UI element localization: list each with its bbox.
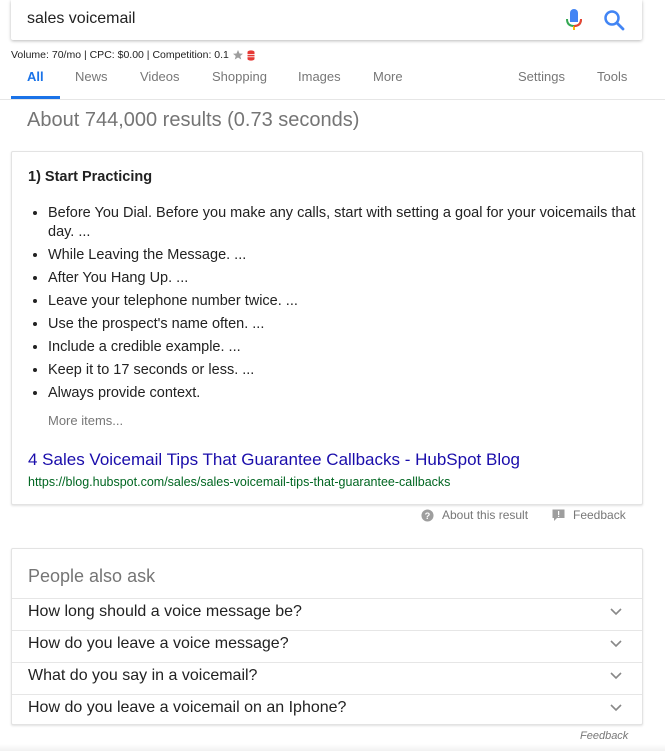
question-text: How do you leave a voicemail on an Iphon…: [28, 699, 347, 716]
paa-feedback-link[interactable]: Feedback: [580, 730, 628, 742]
microphone-icon[interactable]: [564, 8, 584, 32]
tab-news[interactable]: News: [75, 69, 108, 84]
list-item: Leave your telephone number twice. ...: [48, 292, 638, 311]
list-item: Keep it to 17 seconds or less. ...: [48, 361, 638, 380]
tab-tools[interactable]: Tools: [597, 69, 627, 84]
active-tab-indicator: [11, 96, 60, 99]
list-item: Before You Dial. Before you make any cal…: [48, 204, 638, 242]
result-link[interactable]: 4 Sales Voicemail Tips That Guarantee Ca…: [28, 450, 520, 470]
search-tabs: All News Videos Shopping Images More Set…: [0, 66, 665, 100]
list-item: After You Hang Up. ...: [48, 269, 638, 288]
chevron-down-icon: [610, 704, 622, 712]
search-box[interactable]: sales voicemail: [11, 0, 642, 40]
tab-more[interactable]: More: [373, 69, 403, 84]
tab-all[interactable]: All: [27, 69, 44, 84]
snippet-list: Before You Dial. Before you make any cal…: [28, 204, 638, 407]
tab-videos[interactable]: Videos: [140, 69, 180, 84]
question-text: What do you say in a voicemail?: [28, 667, 258, 684]
about-this-result-label: About this result: [442, 508, 529, 522]
question-text: How long should a voice message be?: [28, 603, 302, 620]
feedback-button[interactable]: Feedback: [552, 508, 626, 522]
about-this-result[interactable]: ? About this result: [421, 508, 528, 522]
keyword-stats-text: Volume: 70/mo | CPC: $0.00 | Competition…: [11, 49, 229, 61]
list-item: Use the prospect's name often. ...: [48, 315, 638, 334]
question-text: How do you leave a voice message?: [28, 635, 289, 652]
chevron-down-icon: [610, 672, 622, 680]
feedback-label: Feedback: [573, 508, 626, 522]
star-icon[interactable]: [232, 49, 244, 61]
feedback-icon: [552, 509, 565, 521]
keyword-stats: Volume: 70/mo | CPC: $0.00 | Competition…: [11, 49, 255, 61]
list-item: Always provide context.: [48, 384, 638, 403]
people-also-ask: People also ask How long should a voice …: [11, 548, 643, 725]
tab-shopping[interactable]: Shopping: [212, 69, 267, 84]
result-stats: About 744,000 results (0.73 seconds): [27, 109, 360, 131]
chevron-down-icon: [610, 608, 622, 616]
featured-snippet: 1) Start Practicing Before You Dial. Bef…: [11, 151, 643, 505]
question-item[interactable]: How do you leave a voicemail on an Iphon…: [12, 694, 642, 726]
question-item[interactable]: How do you leave a voice message?: [12, 630, 642, 662]
question-item[interactable]: How long should a voice message be?: [12, 598, 642, 630]
page-bottom-divider: [0, 744, 665, 751]
chevron-down-icon: [610, 640, 622, 648]
database-icon[interactable]: [247, 49, 255, 61]
search-input[interactable]: sales voicemail: [27, 10, 135, 28]
question-item[interactable]: What do you say in a voicemail?: [12, 662, 642, 694]
list-item: While Leaving the Message. ...: [48, 246, 638, 265]
tab-images[interactable]: Images: [298, 69, 341, 84]
svg-text:?: ?: [425, 510, 431, 520]
more-items-link[interactable]: More items...: [48, 413, 123, 428]
help-icon: ?: [421, 508, 434, 522]
snippet-heading: 1) Start Practicing: [28, 169, 153, 185]
list-item: Include a credible example. ...: [48, 338, 638, 357]
tab-settings[interactable]: Settings: [518, 69, 565, 84]
search-icon[interactable]: [602, 8, 626, 32]
people-also-ask-title: People also ask: [28, 566, 156, 586]
result-url: https://blog.hubspot.com/sales/sales-voi…: [28, 475, 451, 489]
